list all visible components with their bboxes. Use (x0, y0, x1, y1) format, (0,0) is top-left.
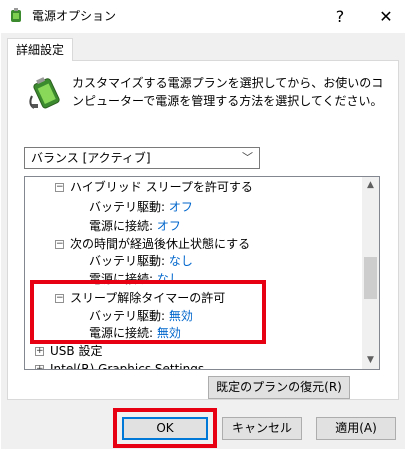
plan-description: カスタマイズする電源プランを選択してから、お使いのコンピューターで電源を管理する… (72, 76, 384, 108)
tree-item-value-link[interactable]: オフ (157, 219, 181, 233)
expand-icon[interactable]: + (35, 347, 44, 356)
tree-item-label: バッテリ駆動: (89, 200, 166, 214)
scroll-up-arrow-icon[interactable]: ▲ (362, 177, 379, 194)
chevron-down-icon: ﹀ (242, 151, 253, 164)
tree-item-value-link[interactable]: なし (169, 254, 193, 268)
restore-default-plan-button[interactable]: 既定のプランの復元(R) (208, 376, 350, 399)
scroll-down-arrow-icon[interactable]: ▼ (362, 352, 379, 369)
ok-button-highlight-box (113, 408, 217, 448)
scrollbar-thumb[interactable] (364, 257, 377, 299)
tree-item-label: ハイブリッド スリープを許可する (70, 180, 253, 194)
help-button[interactable]: ? (320, 0, 360, 33)
tree-item-value-link[interactable]: オフ (169, 200, 193, 214)
power-plan-battery-icon (28, 74, 62, 110)
window-title: 電源オプション (32, 9, 117, 23)
power-plan-dropdown[interactable]: バランス [アクティブ] ﹀ (24, 147, 260, 169)
tree-item-label: 次の時間が経過後休止状態にする (70, 237, 251, 251)
expand-icon[interactable]: + (35, 365, 44, 369)
close-icon: ✕ (379, 7, 393, 26)
tree-item-hybrid-battery[interactable]: バッテリ駆動: オフ (89, 197, 193, 217)
apply-button[interactable]: 適用(A) (316, 417, 396, 440)
collapse-icon[interactable]: − (55, 183, 64, 192)
tree-item-intel-graphics[interactable]: + Intel(R) Graphics Settings (35, 359, 205, 370)
tree-item-label: Intel(R) Graphics Settings (50, 362, 205, 370)
tree-item-label: USB 設定 (50, 344, 103, 358)
power-plan-selected-value: バランス [アクティブ] (31, 151, 151, 165)
tree-item-usb-settings[interactable]: + USB 設定 (35, 341, 102, 361)
cancel-button[interactable]: キャンセル (222, 417, 302, 440)
close-button[interactable]: ✕ (366, 0, 406, 33)
tree-item-hibernate-battery[interactable]: バッテリ駆動: なし (89, 251, 193, 271)
tree-vertical-scrollbar[interactable]: ▲ ▼ (362, 177, 379, 369)
tab-advanced-settings[interactable]: 詳細設定 (7, 38, 73, 61)
tree-item-hybrid-plugged[interactable]: 電源に接続: オフ (89, 216, 181, 236)
power-options-app-icon (8, 8, 24, 24)
tree-item-label: 電源に接続: (89, 219, 154, 233)
tree-item-hybrid-sleep[interactable]: − ハイブリッド スリープを許可する (55, 177, 253, 197)
tree-item-label: バッテリ駆動: (89, 254, 166, 268)
collapse-icon[interactable]: − (55, 240, 64, 249)
wake-timers-highlight-box (30, 280, 266, 344)
